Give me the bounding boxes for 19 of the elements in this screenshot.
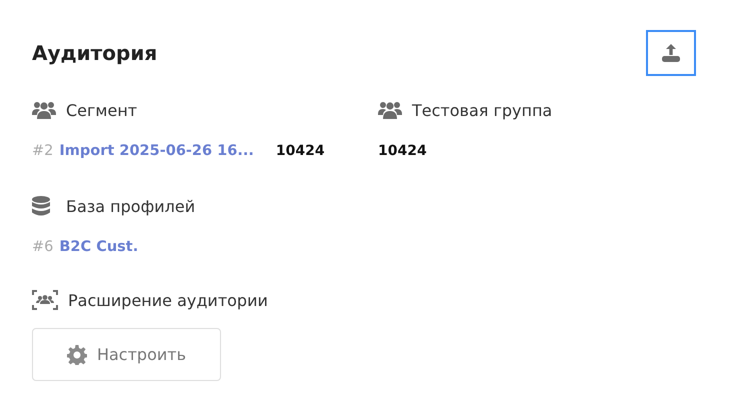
users-icon [32,101,56,119]
section-title: Аудитория [32,41,158,65]
audience-expand-icon [32,290,58,310]
export-button[interactable] [646,30,696,76]
profile-base-label: База профилей [66,196,196,216]
expansion-label: Расширение аудитории [68,290,268,310]
segment-count: 10424 [276,143,325,159]
test-group-label: Тестовая группа [412,100,552,120]
profile-base-link[interactable]: B2C Cust. [59,239,138,255]
users-icon [378,101,402,119]
test-group-count: 10424 [378,143,427,159]
segment-link[interactable]: Import 2025-06-26 16... [59,143,254,159]
gear-icon [66,344,87,364]
profile-base-id: #6 [32,239,54,255]
database-icon [32,196,50,216]
segment-label: Сегмент [66,100,138,120]
segment-id: #2 [32,143,54,159]
configure-button[interactable]: Настроить [32,328,221,381]
upload-icon [661,43,681,63]
